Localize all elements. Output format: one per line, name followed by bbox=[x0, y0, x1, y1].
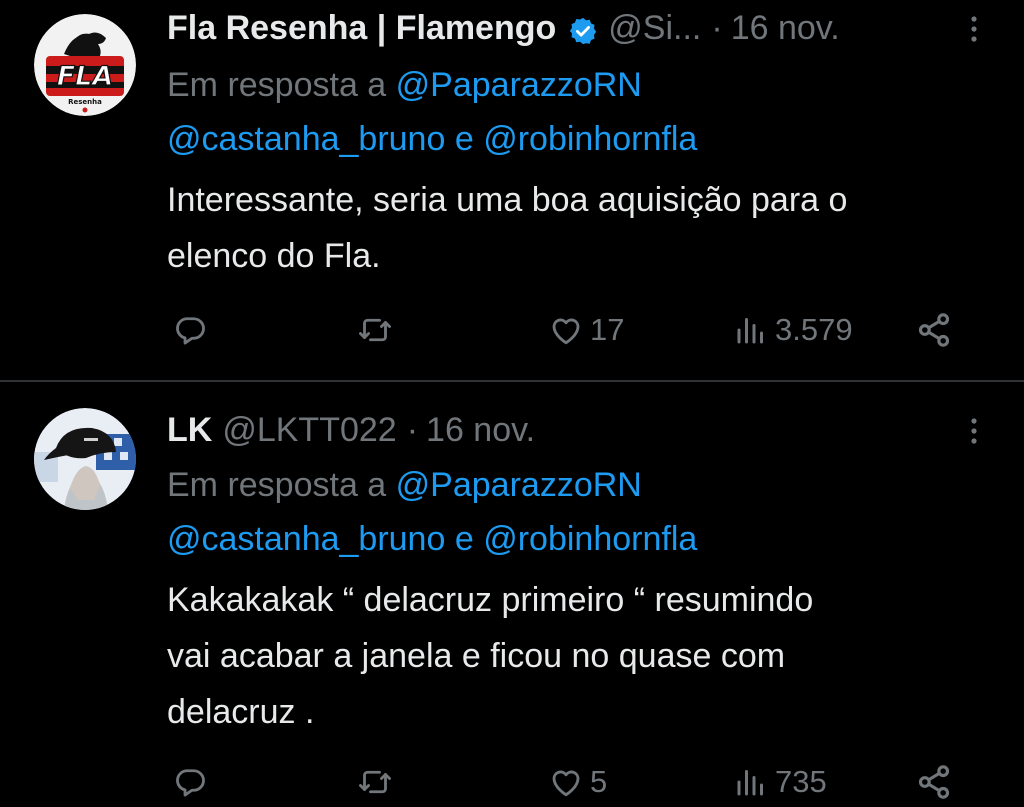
tweet-text: Kakakakak “ delacruz primeiro “ resumind… bbox=[167, 572, 994, 740]
share-button[interactable] bbox=[914, 310, 954, 350]
fla-resenha-logo: FLA Resenha bbox=[34, 14, 136, 116]
fla-logo-text: FLA bbox=[57, 61, 114, 92]
action-bar: 5 735 bbox=[0, 762, 1024, 802]
reply-icon bbox=[176, 317, 205, 345]
tweet-text-line: Kakakakak “ delacruz primeiro “ resumind… bbox=[167, 581, 814, 619]
tweet-text: Interessante, seria uma boa aquisição pa… bbox=[167, 172, 994, 284]
mention-link[interactable]: @PaparazzoRN bbox=[396, 466, 642, 504]
reply-prefix: Em resposta a bbox=[167, 66, 387, 104]
views-button[interactable]: 3.579 bbox=[733, 310, 853, 350]
user-photo bbox=[34, 408, 136, 510]
retweet-button[interactable] bbox=[356, 762, 394, 802]
handle[interactable]: @LKTT022 bbox=[222, 408, 396, 452]
views-icon bbox=[737, 770, 763, 796]
like-button[interactable]: 5 bbox=[548, 762, 607, 802]
reply-context: Em resposta a @PaparazzoRN @castanha_bru… bbox=[167, 58, 994, 166]
heart-icon bbox=[552, 770, 580, 797]
mention-link[interactable]: @robinhornfla bbox=[483, 120, 697, 158]
timestamp[interactable]: 16 nov. bbox=[731, 6, 840, 50]
tweet[interactable]: LK @LKTT022 · 16 nov. Em resposta a @Pap… bbox=[0, 382, 1024, 807]
more-icon[interactable] bbox=[964, 14, 984, 44]
mention-link[interactable]: @castanha_bruno bbox=[167, 520, 445, 558]
mention-conjunction: e bbox=[454, 520, 474, 558]
view-count: 735 bbox=[775, 764, 827, 799]
avatar[interactable]: FLA Resenha bbox=[34, 14, 136, 116]
like-count: 17 bbox=[590, 312, 625, 347]
avatar[interactable] bbox=[34, 408, 136, 510]
share-button[interactable] bbox=[914, 762, 954, 802]
tweet-text-line: delacruz . bbox=[167, 693, 315, 731]
like-button[interactable]: 17 bbox=[548, 310, 624, 350]
handle[interactable]: @Si... bbox=[608, 6, 701, 50]
action-bar: 17 3.579 bbox=[0, 310, 1024, 350]
like-count: 5 bbox=[590, 764, 608, 799]
display-name[interactable]: LK bbox=[167, 408, 212, 452]
separator-dot: · bbox=[406, 411, 419, 449]
view-count: 3.579 bbox=[775, 312, 853, 347]
mention-link[interactable]: @robinhornfla bbox=[483, 520, 697, 558]
tweet-text-line: Interessante, seria uma boa aquisição pa… bbox=[167, 181, 848, 219]
tweet-header: LK @LKTT022 · 16 nov. bbox=[167, 408, 1004, 452]
timestamp[interactable]: 16 nov. bbox=[426, 408, 535, 452]
tweet[interactable]: FLA Resenha Fla Resenha | Flamengo @Si..… bbox=[0, 0, 1024, 381]
retweet-icon bbox=[359, 318, 391, 342]
retweet-icon bbox=[359, 770, 391, 794]
separator-dot: · bbox=[711, 9, 723, 47]
display-name[interactable]: Fla Resenha | Flamengo bbox=[167, 6, 556, 50]
retweet-button[interactable] bbox=[356, 310, 394, 350]
mention-conjunction: e bbox=[454, 120, 474, 158]
tweet-text-line: vai acabar a janela e ficou no quase com bbox=[167, 637, 786, 675]
views-button[interactable]: 735 bbox=[733, 762, 827, 802]
reply-icon bbox=[176, 769, 205, 797]
more-icon[interactable] bbox=[964, 416, 984, 446]
mention-link[interactable]: @castanha_bruno bbox=[167, 120, 445, 158]
share-icon bbox=[918, 313, 950, 347]
reply-context: Em resposta a @PaparazzoRN @castanha_bru… bbox=[167, 458, 994, 566]
verified-badge-icon bbox=[568, 13, 598, 45]
reply-button[interactable] bbox=[172, 310, 208, 350]
tweet-text-line: elenco do Fla. bbox=[167, 237, 381, 275]
tweet-header: Fla Resenha | Flamengo @Si... · 16 nov. bbox=[167, 6, 1004, 50]
reply-button[interactable] bbox=[172, 762, 208, 802]
views-icon bbox=[737, 318, 763, 344]
heart-icon bbox=[552, 318, 580, 345]
share-icon bbox=[918, 765, 950, 799]
resenha-logo-text: Resenha bbox=[68, 98, 102, 106]
reply-prefix: Em resposta a bbox=[167, 466, 387, 504]
mention-link[interactable]: @PaparazzoRN bbox=[396, 66, 642, 104]
